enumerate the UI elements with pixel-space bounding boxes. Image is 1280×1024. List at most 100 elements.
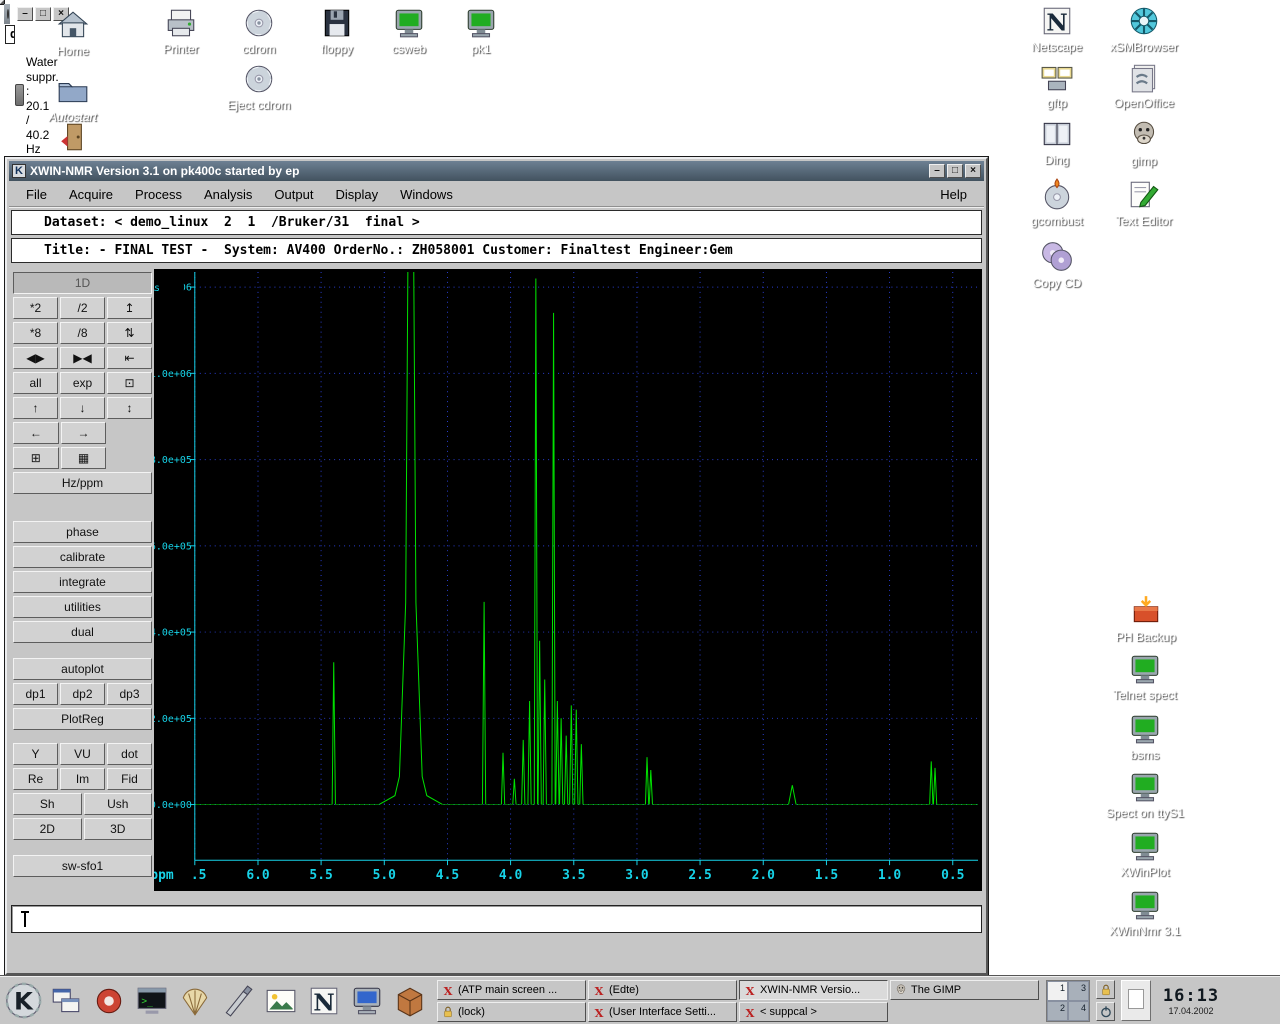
desktop-icon-xsmbrowser[interactable]: xSMBrowser	[1099, 4, 1189, 54]
panel-button-[interactable]: →	[61, 422, 107, 444]
panel-button-fid[interactable]: Fid	[107, 768, 152, 790]
desktop-icon-gimp[interactable]: gimp	[1099, 118, 1189, 168]
pager-desktop-2[interactable]: 2	[1047, 1001, 1068, 1021]
panel-button-[interactable]: ↕	[107, 397, 152, 419]
panel-button-8[interactable]: *8	[13, 322, 58, 344]
desktop-icon-home[interactable]: Home	[28, 8, 118, 58]
panel-button-all[interactable]: all	[13, 372, 58, 394]
panel-button-[interactable]: ◀▶	[13, 347, 58, 369]
desktop-icon-gcombust[interactable]: gcombust	[1012, 178, 1102, 228]
panel-button-dual[interactable]: dual	[13, 621, 152, 643]
task-button[interactable]: The GIMP	[890, 980, 1039, 1000]
panel-button-plotreg[interactable]: PlotReg	[13, 708, 152, 730]
desktop-icon-spect-on-ttys1[interactable]: Spect on ttyS1	[1100, 770, 1190, 820]
close-button[interactable]: ×	[965, 164, 981, 178]
panel-button-2d[interactable]: 2D	[13, 818, 82, 840]
desktop-icon-gftp[interactable]: gftp	[1012, 60, 1102, 110]
task-button[interactable]: X(Edte)	[588, 980, 737, 1000]
panel-button-y[interactable]: Y	[13, 743, 58, 765]
panel-button-calibrate[interactable]: calibrate	[13, 546, 152, 568]
menu-process[interactable]: Process	[124, 185, 193, 204]
minimize-button[interactable]: –	[929, 164, 945, 178]
panel-button-8[interactable]: /8	[60, 322, 105, 344]
desktop-icon-bsms[interactable]: bsms	[1100, 712, 1190, 762]
logout-icon[interactable]	[1096, 1002, 1115, 1021]
panel-button-dp1[interactable]: dp1	[13, 683, 58, 705]
package-icon[interactable]	[389, 980, 431, 1022]
panel-button-[interactable]: ←	[13, 422, 59, 444]
panel-button-[interactable]: ⊡	[107, 372, 152, 394]
task-button[interactable]: X< suppcal >	[739, 1002, 888, 1022]
desktop-icon-copy-cd[interactable]: Copy CD	[1012, 240, 1102, 290]
desktop-icon-cdrom[interactable]: cdrom	[214, 6, 304, 56]
panel-button-[interactable]: ↑	[13, 397, 58, 419]
terminal-icon[interactable]: >_	[131, 980, 173, 1022]
desktop-icon-ding[interactable]: Ding	[1012, 117, 1102, 167]
desktop-icon-printer[interactable]: Printer	[136, 6, 226, 56]
task-button[interactable]: XXWIN-NMR Versio...	[739, 980, 888, 1000]
maximize-button[interactable]: □	[947, 164, 963, 178]
panel-button-integrate[interactable]: integrate	[13, 571, 152, 593]
pager-desktop-3[interactable]: 3	[1068, 981, 1089, 1001]
menu-acquire[interactable]: Acquire	[58, 185, 124, 204]
panel-button-[interactable]: ▦	[61, 447, 107, 469]
panel-button-utilities[interactable]: utilities	[13, 596, 152, 618]
menu-output[interactable]: Output	[263, 185, 324, 204]
panel-button-2[interactable]: *2	[13, 297, 58, 319]
panel-button-1d[interactable]: 1D	[13, 272, 152, 294]
lock-screen-icon[interactable]	[1096, 980, 1115, 999]
desktop-icon-autostart[interactable]: Autostart	[28, 74, 118, 124]
desktop-icon-ph-backup[interactable]: PH Backup	[1101, 594, 1191, 644]
panel-button-re[interactable]: Re	[13, 768, 58, 790]
panel-button-dp3[interactable]: dp3	[107, 683, 152, 705]
task-button[interactable]: X(ATP main screen ...	[437, 980, 586, 1000]
panel-button-3d[interactable]: 3D	[84, 818, 153, 840]
desktop-icon-pk1[interactable]: pk1	[436, 6, 526, 56]
panel-button-[interactable]: ⊞	[13, 447, 59, 469]
monitor-icon[interactable]	[346, 980, 388, 1022]
panel-button-sw-sfo1[interactable]: sw-sfo1	[13, 855, 152, 877]
spectrum-plot[interactable]: 6.56.05.55.04.54.03.53.02.52.01.51.00.51…	[154, 269, 982, 891]
window-list-icon[interactable]	[45, 980, 87, 1022]
task-button[interactable]: (lock)	[437, 1002, 586, 1022]
main-window-titlebar[interactable]: K XWIN-NMR Version 3.1 on pk400c started…	[9, 161, 984, 181]
panel-button-[interactable]: ⇅	[107, 322, 152, 344]
pager-desktop-4[interactable]: 4	[1068, 1001, 1089, 1021]
desktop-icon-netscape[interactable]: NNetscape	[1012, 4, 1102, 54]
panel-button-[interactable]: ↓	[60, 397, 105, 419]
desktop-icon-eject-cdrom[interactable]: Eject cdrom	[214, 62, 304, 112]
panel-button-dp2[interactable]: dp2	[60, 683, 105, 705]
panel-button-[interactable]: ⇤	[107, 347, 152, 369]
panel-button-im[interactable]: Im	[60, 768, 105, 790]
menu-help[interactable]: Help	[929, 185, 978, 204]
tools-icon[interactable]	[217, 980, 259, 1022]
panel-button-[interactable]: ▶◀	[60, 347, 105, 369]
menu-display[interactable]: Display	[324, 185, 389, 204]
shell-icon[interactable]	[174, 980, 216, 1022]
menu-file[interactable]: File	[15, 185, 58, 204]
panel-button-vu[interactable]: VU	[60, 743, 105, 765]
panel-applet[interactable]	[1121, 980, 1151, 1021]
desktop-icon-xwinplot[interactable]: XWinPlot	[1100, 829, 1190, 879]
panel-button-[interactable]: ↥	[107, 297, 152, 319]
desktop-icon-telnet-spect[interactable]: Telnet spect	[1100, 652, 1190, 702]
k-menu-icon[interactable]: K	[2, 980, 44, 1022]
panel-button-sh[interactable]: Sh	[13, 793, 82, 815]
panel-button-phase[interactable]: phase	[13, 521, 152, 543]
panel-button-hz-ppm[interactable]: Hz/ppm	[13, 472, 152, 494]
desktop-pager[interactable]: 1324	[1046, 980, 1090, 1022]
panel-button-ush[interactable]: Ush	[84, 793, 153, 815]
menu-windows[interactable]: Windows	[389, 185, 464, 204]
red-circle-icon[interactable]	[88, 980, 130, 1022]
desktop-icon-text-editor[interactable]: Text Editor	[1099, 178, 1189, 228]
panel-button-2[interactable]: /2	[60, 297, 105, 319]
images-icon[interactable]	[260, 980, 302, 1022]
desktop-icon-exit-door[interactable]	[30, 120, 120, 154]
desktop-icon-xwinnmr-31[interactable]: XWinNmr 3.1	[1100, 888, 1190, 938]
command-input[interactable]	[11, 905, 982, 933]
task-button[interactable]: X(User Interface Setti...	[588, 1002, 737, 1022]
menu-analysis[interactable]: Analysis	[193, 185, 263, 204]
desktop-icon-openoffice[interactable]: OpenOffice	[1099, 60, 1189, 110]
netscape-icon[interactable]: N	[303, 980, 345, 1022]
panel-button-exp[interactable]: exp	[60, 372, 105, 394]
